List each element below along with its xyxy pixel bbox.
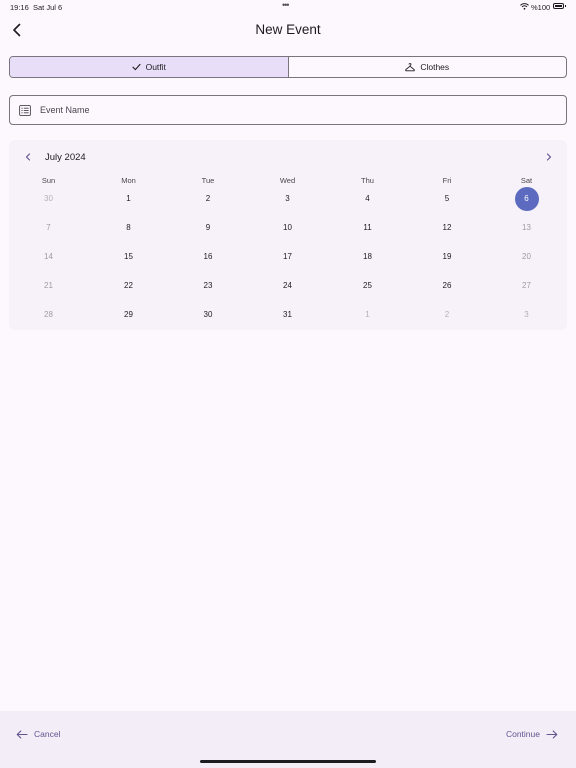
status-bar: 19:16 Sat Jul 6 ••• %100 (0, 0, 576, 14)
calendar-day[interactable]: 16 (196, 245, 220, 269)
app-bar: New Event (0, 14, 576, 46)
battery-percentage: %100 (531, 3, 551, 12)
calendar-day[interactable]: 23 (196, 274, 220, 298)
calendar-day-outside-month[interactable]: 30 (37, 187, 61, 211)
segment-clothes-label: Clothes (420, 62, 450, 72)
cancel-label: Cancel (34, 729, 61, 739)
continue-button[interactable]: Continue (506, 727, 558, 741)
multitasking-dots-icon[interactable]: ••• (282, 0, 290, 10)
calendar-day-selected[interactable]: 6 (514, 186, 539, 211)
battery-icon (553, 3, 564, 9)
calendar-day[interactable]: 4 (356, 187, 380, 211)
calendar-day[interactable]: 15 (117, 245, 141, 269)
month-year-label: July 2024 (45, 152, 86, 163)
previous-month-button[interactable] (21, 150, 35, 164)
calendar-day[interactable]: 5 (435, 187, 459, 211)
page-title: New Event (255, 22, 321, 37)
weekday-label-tue: Tue (201, 176, 215, 185)
calendar-day[interactable]: 3 (276, 187, 300, 211)
weekday-label-sun: Sun (41, 176, 56, 185)
calendar-day[interactable]: 9 (196, 216, 220, 240)
calendar-day[interactable]: 28 (37, 303, 61, 327)
segment-outfit[interactable]: Outfit (10, 57, 289, 77)
weekday-label-fri: Fri (442, 176, 452, 185)
weekday-label-mon: Mon (121, 176, 136, 185)
calendar-day[interactable]: 26 (435, 274, 459, 298)
calendar-day[interactable]: 11 (356, 216, 380, 240)
segment-outfit-label: Outfit (145, 62, 166, 72)
home-indicator (200, 760, 376, 763)
cancel-button[interactable]: Cancel (16, 727, 60, 741)
status-time: 19:16 (10, 3, 29, 12)
calendar-day-outside-month[interactable]: 2 (435, 303, 459, 327)
mode-segmented-control: Outfit Clothes (9, 56, 567, 78)
status-date: Sat Jul 6 (33, 3, 63, 12)
calendar-day[interactable]: 21 (37, 274, 61, 298)
calendar-day[interactable]: 18 (356, 245, 380, 269)
calendar-day[interactable]: 7 (37, 216, 61, 240)
date-picker: July 2024 Sun Mon Tue Wed Thu Fri Sat 30 1 2 3 4 5 6… (9, 140, 567, 330)
bottom-action-bar: Cancel Continue (0, 711, 576, 768)
calendar-day[interactable]: 25 (356, 274, 380, 298)
calendar-day[interactable]: 12 (435, 216, 459, 240)
check-icon (132, 63, 141, 71)
calendar-day[interactable]: 29 (117, 303, 141, 327)
calendar-day[interactable]: 24 (276, 274, 300, 298)
weekday-label-sat: Sat (520, 176, 533, 185)
list-alt-icon (18, 103, 32, 117)
calendar-day[interactable]: 17 (276, 245, 300, 269)
calendar-header: July 2024 (9, 140, 567, 174)
calendar-day[interactable]: 31 (276, 303, 300, 327)
calendar-day[interactable]: 30 (196, 303, 220, 327)
event-name-field[interactable] (9, 95, 567, 125)
arrow-right-icon (546, 729, 558, 739)
wifi-icon (520, 3, 529, 12)
calendar-day[interactable]: 19 (435, 245, 459, 269)
hanger-icon (405, 62, 415, 71)
calendar-day[interactable]: 1 (117, 187, 141, 211)
segment-clothes[interactable]: Clothes (289, 57, 567, 77)
chevron-right-icon (546, 153, 552, 161)
calendar-day[interactable]: 22 (117, 274, 141, 298)
calendar-day[interactable]: 14 (37, 245, 61, 269)
calendar-day-outside-month[interactable]: 1 (356, 303, 380, 327)
battery-tip (565, 5, 566, 7)
calendar-day[interactable]: 8 (117, 216, 141, 240)
continue-label: Continue (505, 729, 540, 739)
weekday-label-thu: Thu (361, 176, 374, 185)
weekday-label-wed: Wed (279, 176, 296, 185)
chevron-left-icon (25, 153, 31, 161)
calendar-day[interactable]: 27 (515, 274, 539, 298)
calendar-day[interactable]: 10 (276, 216, 300, 240)
calendar-day[interactable]: 20 (515, 245, 539, 269)
weekday-header-row: Sun Mon Tue Wed Thu Fri Sat (9, 176, 567, 186)
calendar-day[interactable]: 13 (515, 216, 539, 240)
arrow-left-icon (16, 729, 28, 739)
calendar-day[interactable]: 2 (196, 187, 220, 211)
next-month-button[interactable] (542, 150, 556, 164)
calendar-day-outside-month[interactable]: 3 (515, 303, 539, 327)
event-name-input[interactable] (38, 104, 542, 116)
